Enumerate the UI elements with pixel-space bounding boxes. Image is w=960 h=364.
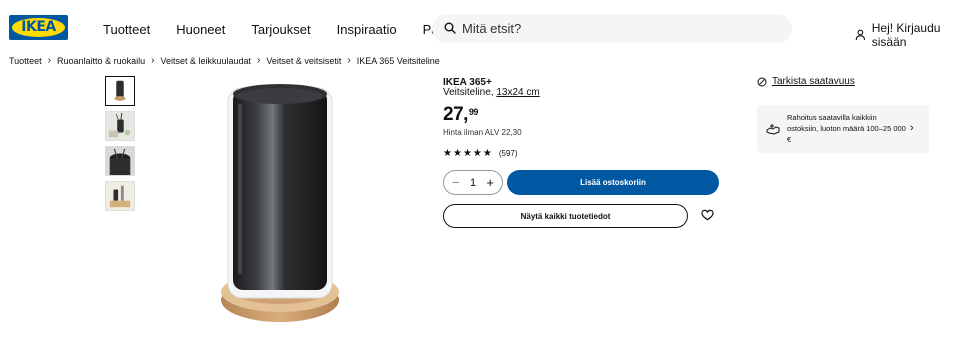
header: IKEA Tuotteet Huoneet Tarjoukset Inspira… (0, 0, 960, 56)
login-link[interactable]: Hej! Kirjaudu sisään (855, 21, 960, 49)
product-type: Veitsiteline, (443, 87, 497, 98)
product-subtitle: Veitsiteline, 13x24 cm (443, 87, 540, 98)
rating-stars[interactable]: ★ ★ ★ ★ ★ (597) (443, 148, 518, 159)
star-icon: ★ (482, 148, 492, 159)
ikea-logo[interactable]: IKEA (9, 15, 68, 40)
check-availability-label: Tarkista saatavuus (772, 76, 855, 87)
quantity-stepper: − 1 + (443, 170, 503, 195)
breadcrumb-item[interactable]: Veitset & veitsisetit (266, 56, 341, 66)
thumbnail-2[interactable] (105, 111, 135, 141)
nav-item-inspiraatio[interactable]: Inspiraatio (337, 22, 397, 37)
show-details-button[interactable]: Näytä kaikki tuotetiedot (443, 204, 688, 228)
payment-icon (766, 124, 780, 135)
clock-icon (757, 77, 767, 86)
thumbnail-4[interactable] (105, 181, 135, 211)
search-icon (444, 22, 456, 34)
heart-icon[interactable] (701, 209, 714, 221)
breadcrumb-item[interactable]: Ruoanlaitto & ruokailu (57, 56, 145, 66)
product-image (221, 84, 339, 322)
chevron-right-icon: › (347, 55, 351, 66)
chevron-right-icon: › (151, 55, 155, 66)
breadcrumb-item[interactable]: Tuotteet (9, 56, 42, 66)
chevron-right-icon: › (910, 122, 914, 134)
price-integer: 27, (443, 104, 468, 125)
star-icon: ★ (452, 148, 462, 159)
breadcrumb: Tuotteet › Ruoanlaitto & ruokailu › Veit… (9, 55, 440, 66)
star-icon: ★ (462, 148, 472, 159)
price-decimals: 99 (468, 107, 479, 117)
check-availability[interactable]: Tarkista saatavuus (757, 76, 855, 87)
minus-icon[interactable]: − (452, 175, 460, 190)
review-count: (597) (498, 149, 518, 158)
financing-card[interactable]: Rahoitus saatavilla kaikkiin ostoksiin, … (757, 105, 929, 153)
nav-item-huoneet[interactable]: Huoneet (176, 22, 225, 37)
user-icon (855, 29, 866, 40)
thumbnail-3[interactable] (105, 146, 135, 176)
thumbnail-1[interactable] (105, 76, 135, 106)
chevron-right-icon: › (257, 55, 261, 66)
nav-item-tuotteet[interactable]: Tuotteet (103, 22, 150, 37)
product-price: 27,99 (443, 104, 478, 126)
logo-text: IKEA (21, 19, 56, 35)
plus-icon[interactable]: + (486, 175, 494, 190)
chevron-right-icon: › (47, 55, 52, 66)
login-label: Hej! Kirjaudu sisään (871, 21, 941, 49)
price-without-vat: Hinta ilman ALV 22,30 (443, 128, 522, 137)
star-icon: ★ (443, 148, 452, 159)
quantity-value[interactable]: 1 (470, 177, 476, 189)
breadcrumb-item-current[interactable]: IKEA 365 Veitsiteline (357, 56, 440, 66)
add-to-cart-button[interactable]: Lisää ostoskoriin (507, 170, 719, 195)
product-dimensions[interactable]: 13x24 cm (496, 87, 539, 98)
search-input[interactable] (462, 14, 782, 43)
star-icon: ★ (472, 148, 482, 159)
nav-item-tarjoukset[interactable]: Tarjoukset (251, 22, 310, 37)
search-bar[interactable] (432, 14, 792, 43)
breadcrumb-item[interactable]: Veitset & leikkuulaudat (160, 56, 251, 66)
financing-text: Rahoitus saatavilla kaikkiin ostoksiin, … (787, 113, 906, 144)
